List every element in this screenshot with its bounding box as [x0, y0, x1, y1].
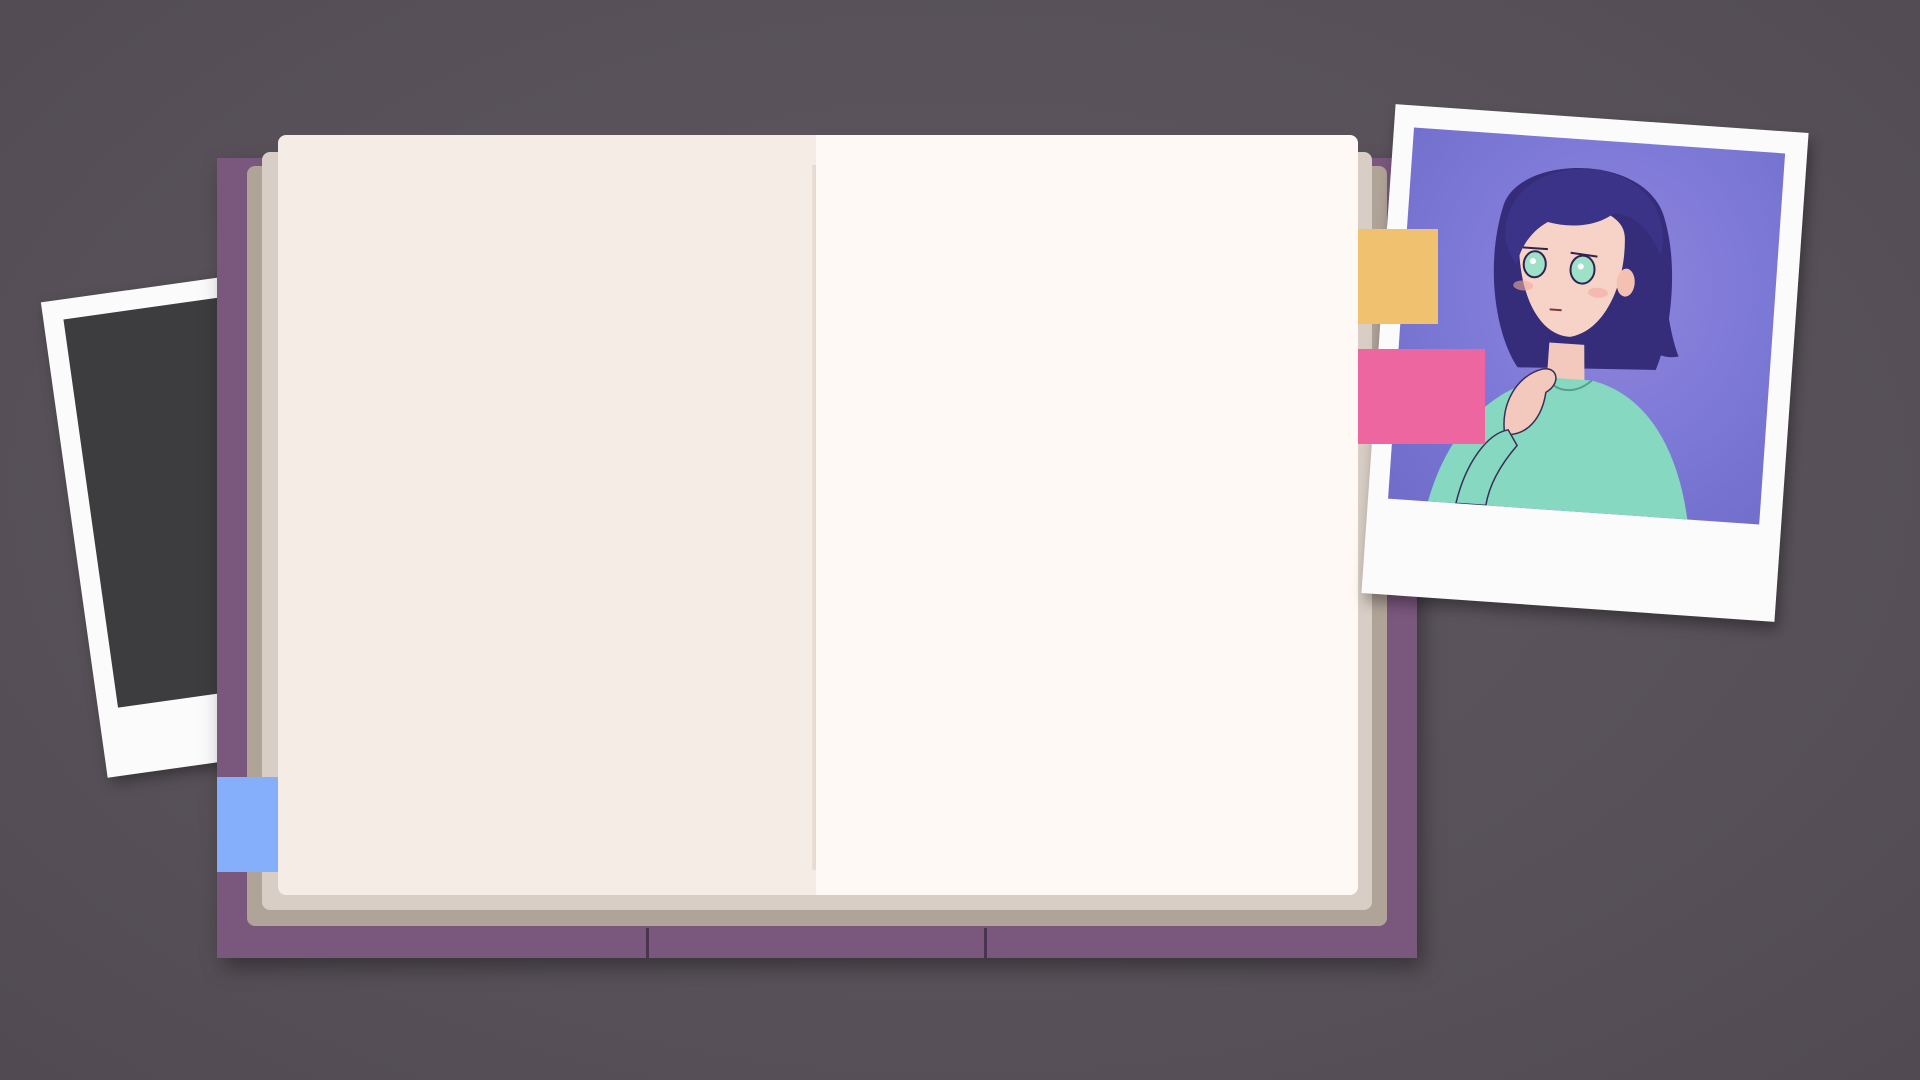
character-portrait	[1388, 127, 1786, 525]
girl-portrait-icon	[1427, 168, 1688, 520]
bookmark-tab-yellow[interactable]	[1358, 229, 1438, 324]
bookmark-tab-blue[interactable]	[217, 777, 278, 872]
bookmark-tab-pink[interactable]	[1358, 349, 1485, 444]
cover-seam-right	[984, 928, 987, 958]
notebook-left-page[interactable]	[278, 135, 816, 895]
notebook-right-page[interactable]	[816, 135, 1358, 895]
notebook-gutter	[812, 165, 816, 870]
cover-seam-left	[646, 928, 649, 958]
